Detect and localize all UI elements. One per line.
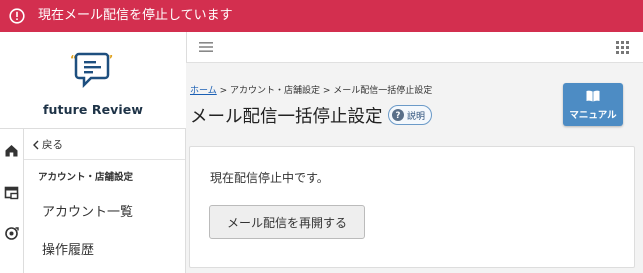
settings-cycle-icon[interactable] xyxy=(4,226,19,241)
svg-text:?: ? xyxy=(396,111,401,121)
icon-rail xyxy=(0,128,24,273)
resume-mail-delivery-button[interactable]: メール配信を再開する xyxy=(209,205,365,239)
top-bar xyxy=(186,32,643,63)
sidebar-item-operation-history[interactable]: 操作履歴 xyxy=(42,239,94,258)
brand-area: “ ” future Review xyxy=(0,32,186,128)
breadcrumb-home-link[interactable]: ホーム xyxy=(190,86,217,96)
breadcrumb-current: メール配信一括停止設定 xyxy=(333,86,433,96)
main-content: ホーム > アカウント・店舗設定 > メール配信一括停止設定 メール配信一括停止… xyxy=(186,63,643,273)
chevron-left-icon xyxy=(33,140,39,149)
page-title: メール配信一括停止設定 xyxy=(190,107,383,127)
submenu-section-title: アカウント・店舗設定 xyxy=(38,172,134,183)
manual-button-label: マニュアル xyxy=(569,110,617,121)
delivery-status-text: 現在配信停止中です。 xyxy=(210,171,329,185)
help-button-label: 説明 xyxy=(407,111,426,122)
help-button[interactable]: ? 説明 xyxy=(388,105,433,125)
hamburger-icon[interactable] xyxy=(199,41,213,53)
manual-button[interactable]: マニュアル xyxy=(563,83,623,126)
submenu-divider xyxy=(24,159,185,160)
home-icon[interactable] xyxy=(4,143,19,158)
breadcrumb-separator: > xyxy=(320,86,334,96)
breadcrumb-separator: > xyxy=(216,86,230,96)
speech-bubble-logo-icon: “ ” xyxy=(70,52,113,89)
sidebar-item-account-list[interactable]: アカウント一覧 xyxy=(42,201,133,220)
sub-menu: 戻る アカウント・店舗設定 アカウント一覧 操作履歴 xyxy=(24,128,186,273)
breadcrumb: ホーム > アカウント・店舗設定 > メール配信一括停止設定 xyxy=(190,83,432,96)
alert-banner-text: 現在メール配信を停止しています xyxy=(38,8,233,23)
back-link[interactable]: 戻る xyxy=(32,137,63,152)
book-icon xyxy=(586,90,600,102)
alert-banner: 現在メール配信を停止しています xyxy=(0,0,643,32)
grid-icon[interactable] xyxy=(616,41,629,54)
alert-circle-icon xyxy=(9,8,25,24)
back-link-label: 戻る xyxy=(42,139,63,151)
status-card: 現在配信停止中です。 メール配信を再開する xyxy=(189,146,635,268)
brand-name: future Review xyxy=(42,102,144,117)
store-icon[interactable] xyxy=(4,185,19,200)
question-circle-icon: ? xyxy=(392,109,404,121)
brand-logo[interactable]: “ ” future Review xyxy=(0,50,186,120)
breadcrumb-account-settings: アカウント・店舗設定 xyxy=(230,86,321,96)
